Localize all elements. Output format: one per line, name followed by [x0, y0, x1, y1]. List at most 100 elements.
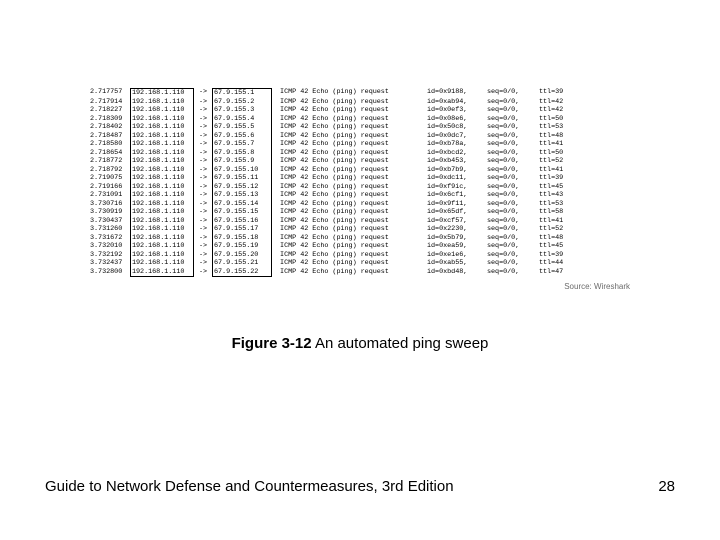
packet-dst: 67.9.155.20 — [212, 251, 272, 260]
packet-row: 2.719075 192.168.1.110 -> 67.9.155.11 IC… — [90, 174, 630, 183]
packet-id: id=0x50c8, — [427, 123, 487, 132]
arrow-icon: -> — [194, 98, 212, 107]
packet-ttl: ttl=39 — [539, 88, 575, 98]
packet-id: id=0xf9ic, — [427, 183, 487, 192]
packet-ttl: ttl=39 — [539, 174, 575, 183]
packet-row: 2.717757 192.168.1.110 -> 67.9.155.1 ICM… — [90, 88, 630, 98]
packet-id: id=0xb453, — [427, 157, 487, 166]
packet-time: 2.718402 — [90, 123, 130, 132]
packet-dst: 67.9.155.17 — [212, 225, 272, 234]
packet-seq: seq=0/0, — [487, 157, 539, 166]
packet-seq: seq=0/0, — [487, 115, 539, 124]
packet-dst: 67.9.155.14 — [212, 200, 272, 209]
packet-seq: seq=0/0, — [487, 140, 539, 149]
packet-seq: seq=0/0, — [487, 132, 539, 141]
packet-proto: ICMP 42 Echo (ping) request — [272, 140, 427, 149]
packet-proto: ICMP 42 Echo (ping) request — [272, 174, 427, 183]
slide-page: 2.717757 192.168.1.110 -> 67.9.155.1 ICM… — [0, 0, 720, 540]
packet-proto: ICMP 42 Echo (ping) request — [272, 225, 427, 234]
arrow-icon: -> — [194, 123, 212, 132]
packet-dst: 67.9.155.7 — [212, 140, 272, 149]
arrow-icon: -> — [194, 88, 212, 98]
packet-proto: ICMP 42 Echo (ping) request — [272, 259, 427, 268]
packet-proto: ICMP 42 Echo (ping) request — [272, 157, 427, 166]
packet-time: 2.717757 — [90, 88, 130, 98]
packet-row: 2.717914 192.168.1.110 -> 67.9.155.2 ICM… — [90, 98, 630, 107]
packet-ttl: ttl=41 — [539, 166, 575, 175]
packet-ttl: ttl=44 — [539, 259, 575, 268]
packet-id: id=0x5b79, — [427, 234, 487, 243]
packet-src: 192.168.1.110 — [130, 200, 194, 209]
packet-id: id=0xea59, — [427, 242, 487, 251]
arrow-icon: -> — [194, 183, 212, 192]
packet-time: 2.719075 — [90, 174, 130, 183]
packet-row: 3.730716 192.168.1.110 -> 67.9.155.14 IC… — [90, 200, 630, 209]
packet-row: 2.718309 192.168.1.110 -> 67.9.155.4 ICM… — [90, 115, 630, 124]
packet-ttl: ttl=53 — [539, 123, 575, 132]
packet-ttl: ttl=42 — [539, 98, 575, 107]
packet-row: 3.731260 192.168.1.110 -> 67.9.155.17 IC… — [90, 225, 630, 234]
packet-src: 192.168.1.110 — [130, 149, 194, 158]
packet-time: 3.730437 — [90, 217, 130, 226]
arrow-icon: -> — [194, 115, 212, 124]
packet-proto: ICMP 42 Echo (ping) request — [272, 106, 427, 115]
packet-src: 192.168.1.110 — [130, 217, 194, 226]
packet-id: id=0x08e6, — [427, 115, 487, 124]
packet-seq: seq=0/0, — [487, 191, 539, 200]
packet-id: id=0xb78a, — [427, 140, 487, 149]
packet-ttl: ttl=50 — [539, 115, 575, 124]
packet-proto: ICMP 42 Echo (ping) request — [272, 251, 427, 260]
packet-row: 2.718227 192.168.1.110 -> 67.9.155.3 ICM… — [90, 106, 630, 115]
packet-proto: ICMP 42 Echo (ping) request — [272, 217, 427, 226]
packet-row: 2.718402 192.168.1.110 -> 67.9.155.5 ICM… — [90, 123, 630, 132]
packet-seq: seq=0/0, — [487, 166, 539, 175]
figure-number: Figure 3-12 — [232, 335, 312, 352]
arrow-icon: -> — [194, 149, 212, 158]
source-credit: Source: Wireshark — [564, 282, 630, 291]
packet-id: id=0xb7b9, — [427, 166, 487, 175]
packet-id: id=0x0dc7, — [427, 132, 487, 141]
packet-src: 192.168.1.110 — [130, 157, 194, 166]
packet-time: 3.731672 — [90, 234, 130, 243]
packet-ttl: ttl=42 — [539, 106, 575, 115]
packet-time: 2.718580 — [90, 140, 130, 149]
packet-seq: seq=0/0, — [487, 217, 539, 226]
packet-src: 192.168.1.110 — [130, 259, 194, 268]
packet-dst: 67.9.155.9 — [212, 157, 272, 166]
figure-caption: Figure 3-12 An automated ping sweep — [0, 335, 720, 352]
packet-dst: 67.9.155.18 — [212, 234, 272, 243]
packet-dst: 67.9.155.1 — [212, 88, 272, 98]
packet-proto: ICMP 42 Echo (ping) request — [272, 115, 427, 124]
packet-dst: 67.9.155.4 — [212, 115, 272, 124]
packet-src: 192.168.1.110 — [130, 88, 194, 98]
packet-proto: ICMP 42 Echo (ping) request — [272, 268, 427, 278]
packet-time: 3.732800 — [90, 268, 130, 278]
packet-id: id=0x6cf1, — [427, 191, 487, 200]
packet-seq: seq=0/0, — [487, 259, 539, 268]
packet-seq: seq=0/0, — [487, 200, 539, 209]
packet-row: 3.732800 192.168.1.110 -> 67.9.155.22 IC… — [90, 268, 630, 278]
packet-src: 192.168.1.110 — [130, 234, 194, 243]
packet-row: 3.732437 192.168.1.110 -> 67.9.155.21 IC… — [90, 259, 630, 268]
packet-src: 192.168.1.110 — [130, 115, 194, 124]
packet-proto: ICMP 42 Echo (ping) request — [272, 234, 427, 243]
packet-id: id=0x9188, — [427, 88, 487, 98]
packet-row: 2.718580 192.168.1.110 -> 67.9.155.7 ICM… — [90, 140, 630, 149]
packet-dst: 67.9.155.19 — [212, 242, 272, 251]
packet-row: 3.731672 192.168.1.110 -> 67.9.155.18 IC… — [90, 234, 630, 243]
packet-ttl: ttl=41 — [539, 140, 575, 149]
packet-dst: 67.9.155.15 — [212, 208, 272, 217]
packet-proto: ICMP 42 Echo (ping) request — [272, 183, 427, 192]
packet-seq: seq=0/0, — [487, 208, 539, 217]
arrow-icon: -> — [194, 234, 212, 243]
packet-id: id=0x2230, — [427, 225, 487, 234]
arrow-icon: -> — [194, 140, 212, 149]
packet-seq: seq=0/0, — [487, 149, 539, 158]
arrow-icon: -> — [194, 217, 212, 226]
packet-dst: 67.9.155.12 — [212, 183, 272, 192]
packet-proto: ICMP 42 Echo (ping) request — [272, 191, 427, 200]
packet-row: 3.730437 192.168.1.110 -> 67.9.155.16 IC… — [90, 217, 630, 226]
packet-seq: seq=0/0, — [487, 242, 539, 251]
packet-row: 2.718792 192.168.1.110 -> 67.9.155.10 IC… — [90, 166, 630, 175]
page-number: 28 — [658, 478, 675, 495]
